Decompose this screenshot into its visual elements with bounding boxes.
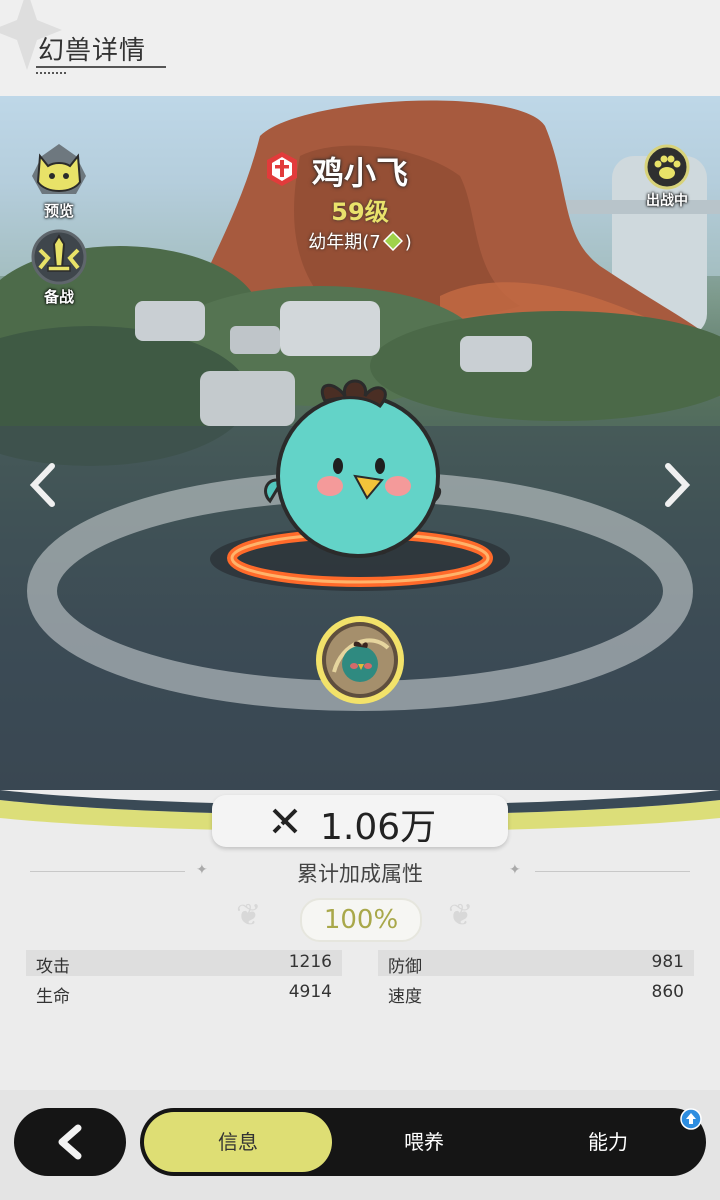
pet-growth-stage: 幼年期(7) — [0, 228, 720, 254]
stat-value: 4914 — [288, 982, 332, 1002]
prepare-battle-label: 备战 — [43, 288, 74, 306]
bonus-attributes-label: 累计加成属性 — [297, 862, 423, 886]
tab-info[interactable]: 信息 — [144, 1112, 332, 1172]
green-gem-icon — [382, 230, 403, 252]
laurel-left-icon: ❦ — [236, 898, 262, 933]
crossed-swords-icon — [272, 808, 298, 834]
tab-info-label: 信息 — [218, 1130, 258, 1154]
tab-feed[interactable]: 喂养 — [334, 1112, 514, 1172]
stat-name: 防御 — [388, 957, 422, 977]
growth-stage-suffix: ) — [404, 232, 412, 253]
stat-row: 生命 4914 — [26, 980, 342, 1007]
pet-name: 鸡小飞 — [311, 154, 408, 192]
stat-name: 攻击 — [36, 957, 70, 977]
growth-stage-prefix: 幼年期(7 — [308, 232, 381, 253]
tab-feed-label: 喂养 — [404, 1130, 444, 1154]
upgrade-arrow-icon — [680, 1108, 702, 1130]
pet-level: 59级 — [331, 198, 389, 226]
tab-ability-label: 能力 — [588, 1130, 628, 1154]
stat-value: 1216 — [288, 952, 332, 972]
chevron-left-icon — [58, 1124, 82, 1160]
previous-pet-arrow-icon[interactable] — [26, 462, 60, 508]
next-pet-arrow-icon[interactable] — [660, 462, 694, 508]
back-button[interactable] — [14, 1108, 126, 1176]
title-dots — [36, 72, 66, 76]
stat-value: 981 — [651, 952, 684, 972]
stat-row: 防御 981 — [378, 950, 694, 977]
stat-name: 生命 — [36, 987, 70, 1007]
tab-ability[interactable]: 能力 — [518, 1112, 698, 1172]
stat-value: 860 — [651, 982, 684, 1002]
page-title: 幻兽详情 — [38, 36, 147, 66]
combat-power-value: 1.06万 — [320, 807, 437, 848]
stat-name: 速度 — [388, 987, 422, 1007]
pet-skill-icon[interactable] — [312, 612, 408, 708]
title-underline — [36, 66, 166, 68]
stat-row: 速度 860 — [378, 980, 694, 1007]
stat-row: 攻击 1216 — [26, 950, 342, 977]
bonus-percentage: 100% — [300, 898, 422, 942]
laurel-right-icon: ❦ — [448, 898, 474, 933]
